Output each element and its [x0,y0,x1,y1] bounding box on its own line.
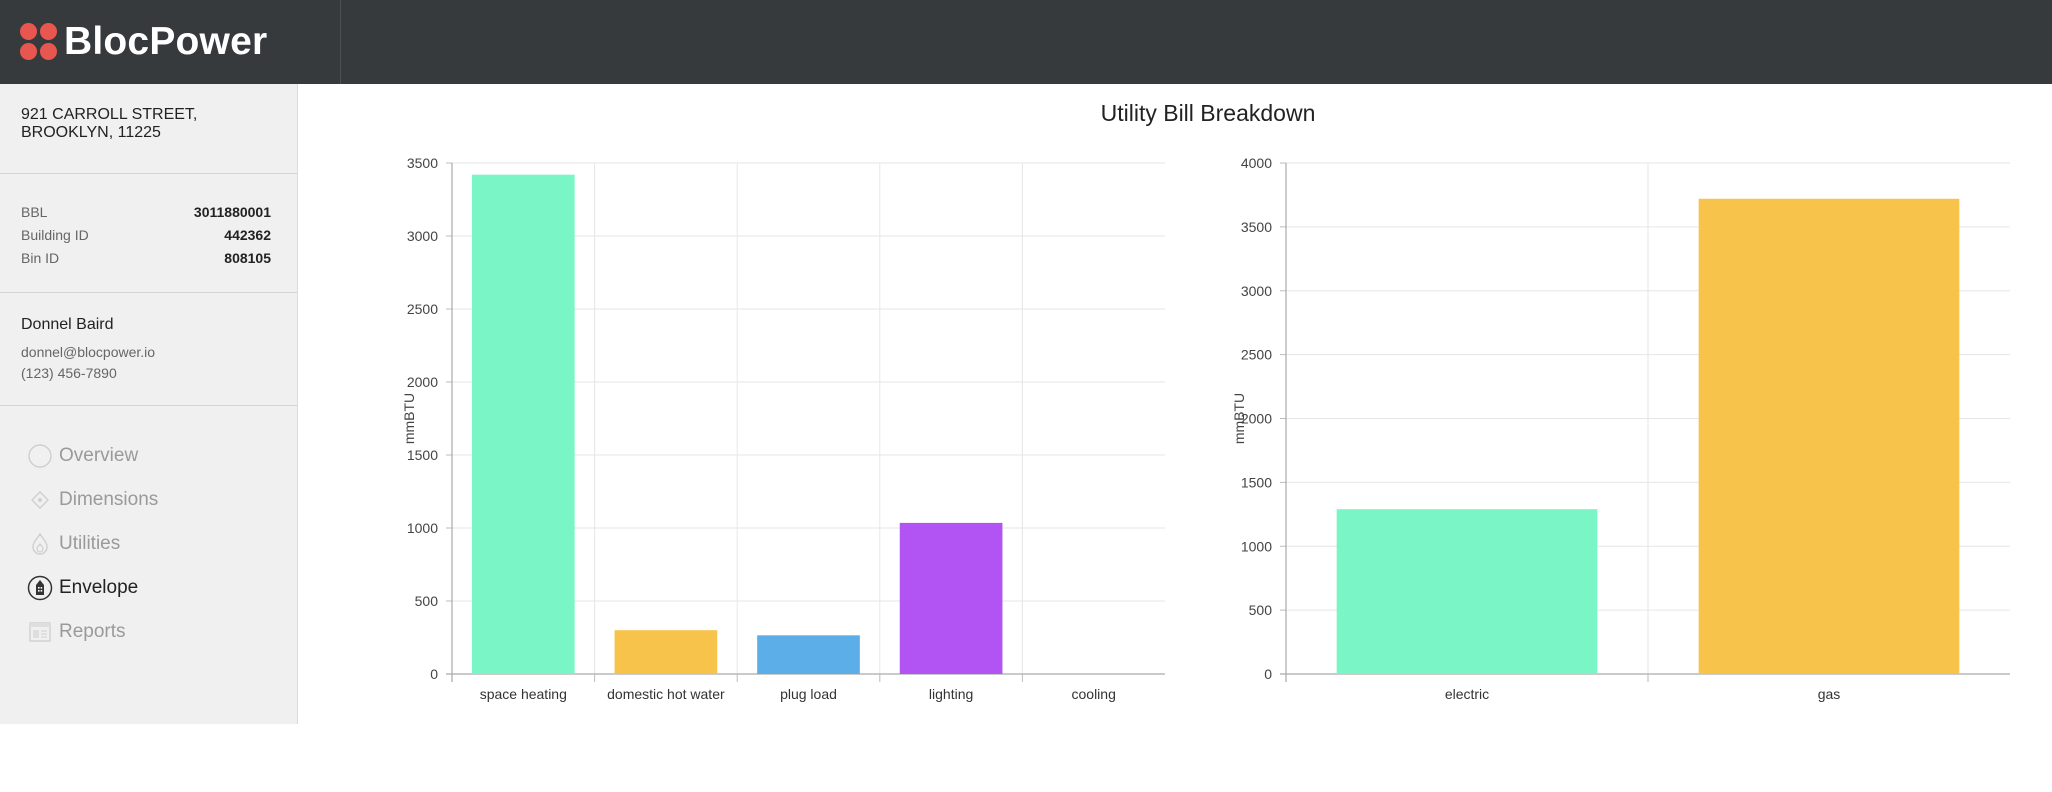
y-tick-label: 3500 [407,155,438,171]
id-label: BBL [21,204,48,220]
y-axis-label: mmBTU [1231,393,1247,444]
address-line-1: 921 CARROLL STREET, [21,106,198,123]
page-title: Utility Bill Breakdown [1100,100,1316,126]
y-tick-label: 500 [415,593,439,609]
sidebar-item-label: Envelope [59,577,139,598]
y-tick-label: 1500 [407,447,438,463]
sidebar-nav: Overview Dimensions Utilities Envelope R… [0,406,297,654]
sidebar-item-label: Dimensions [59,489,159,510]
bar-electric[interactable] [1336,509,1598,674]
y-tick-label: 3500 [1241,219,1272,235]
building-address: 921 CARROLL STREET, BROOKLYN, 11225 [0,84,297,174]
y-tick-label: 2000 [407,374,438,390]
fuel-type-bar-chart: 0 500 1000 1500 2000 2500 3000 3500 4000 electric… [1230,150,2020,710]
flame-icon [27,531,53,557]
contact-info: Donnel Baird donnel@blocpower.io (123) 4… [0,293,297,406]
x-tick-label: domestic hot water [607,686,725,702]
y-tick-label: 4000 [1241,155,1272,171]
y-tick-label: 3000 [407,228,438,244]
bar-gas[interactable] [1698,198,1960,674]
x-tick-label: cooling [1072,686,1116,702]
id-value: 808105 [224,250,271,266]
x-tick-label: plug load [780,686,837,702]
diamond-icon [27,487,53,513]
id-row-bbl: BBL 3011880001 [21,201,271,224]
bar-plug-load[interactable] [757,635,860,674]
contact-name: Donnel Baird [21,316,114,333]
y-tick-label: 500 [1249,602,1273,618]
sidebar-item-overview[interactable]: Overview [0,434,297,478]
circle-icon [27,443,53,469]
bar-domestic-hot-water[interactable] [614,630,718,674]
bar-lighting[interactable] [899,522,1003,674]
logo-text: BlocPower [64,20,268,63]
contact-email[interactable]: donnel@blocpower.io [21,342,277,363]
y-tick-label: 3000 [1241,283,1272,299]
y-tick-label: 2500 [1241,347,1272,363]
sidebar-item-label: Reports [59,621,126,642]
bar-space-heating[interactable] [471,174,575,674]
end-use-bar-chart: 0 500 1000 1500 2000 2500 3000 3500 space heatin… [400,150,1180,710]
id-label: Building ID [21,227,89,243]
logo[interactable]: BlocPower [20,16,267,68]
y-tick-label: 1000 [407,520,438,536]
y-tick-label: 1000 [1241,538,1272,554]
x-tick-label: electric [1445,686,1489,702]
x-tick-label: gas [1818,686,1841,702]
sidebar-item-label: Overview [59,445,139,466]
building-ids: BBL 3011880001 Building ID 442362 Bin ID… [0,174,297,293]
id-row-building-id: Building ID 442362 [21,224,271,247]
y-axis-label: mmBTU [401,393,417,444]
address-line-2: BROOKLYN, 11225 [21,124,161,141]
sidebar-item-reports[interactable]: Reports [0,610,297,654]
y-tick-label: 0 [430,666,438,682]
y-tick-label: 2500 [407,301,438,317]
id-label: Bin ID [21,250,60,266]
top-bar: BlocPower [0,0,2052,84]
building-icon [27,575,53,601]
chart-svg: 05001000150020002500300035004000electric… [1231,155,2010,702]
chart-svg: 0 500 1000 1500 2000 2500 3000 3500 space heatin… [401,155,1165,702]
x-tick-label: space heating [480,686,567,702]
id-row-bin-id: Bin ID 808105 [21,247,271,270]
y-tick-label: 0 [1264,666,1272,682]
logo-mark-icon [20,23,58,61]
sidebar-item-envelope[interactable]: Envelope [0,566,297,610]
sidebar-item-utilities[interactable]: Utilities [0,522,297,566]
id-value: 442362 [224,227,271,243]
contact-phone: (123) 456-7890 [21,365,117,381]
y-tick-label: 1500 [1241,474,1272,490]
x-tick-label: lighting [929,686,973,702]
id-value: 3011880001 [193,204,271,220]
sidebar-item-dimensions[interactable]: Dimensions [0,478,297,522]
sidebar: 921 CARROLL STREET, BROOKLYN, 11225 BBL … [0,84,298,724]
sidebar-item-label: Utilities [59,533,121,554]
report-icon [27,619,53,645]
topbar-divider [340,0,341,84]
